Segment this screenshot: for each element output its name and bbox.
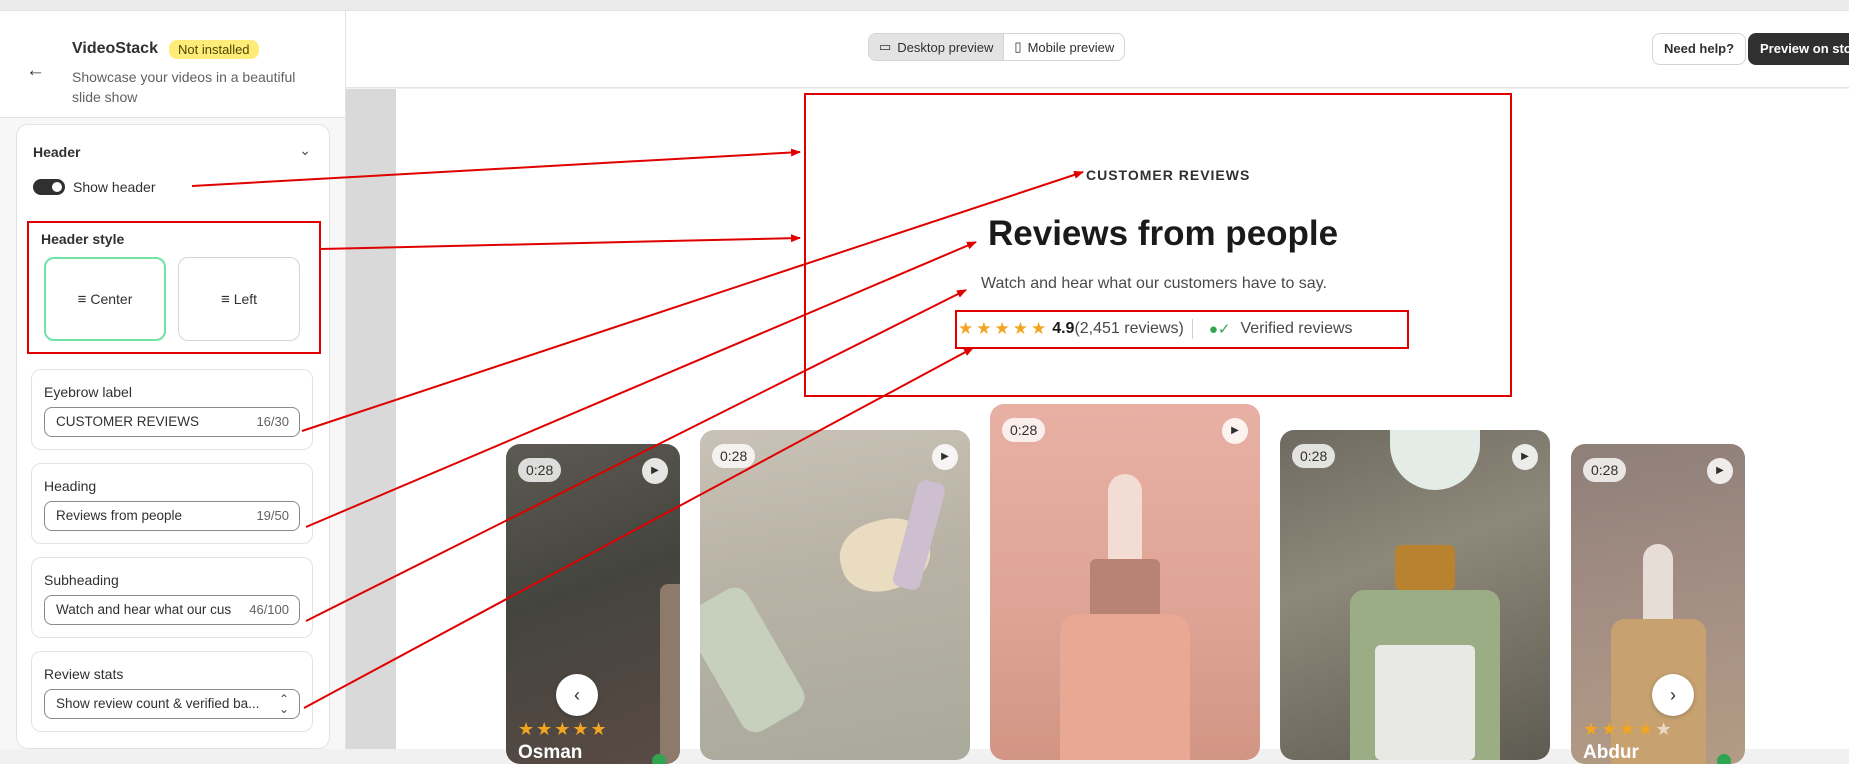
- need-help-button[interactable]: Need help?: [1652, 33, 1747, 65]
- video-duration: 0:28: [1583, 458, 1627, 482]
- eyebrow-field[interactable]: 16/30: [44, 407, 300, 437]
- dropper-bulb: [1643, 544, 1673, 624]
- divider: [1191, 319, 1193, 339]
- subheading-field-group: Subheading 46/100: [31, 557, 313, 638]
- heading-field-group: Heading 19/50: [31, 463, 313, 544]
- heading-input[interactable]: [56, 502, 246, 530]
- play-icon[interactable]: ▶: [1707, 458, 1733, 484]
- header-style-group: Header style ≡ Center ≡ Left: [31, 221, 313, 341]
- dropper-collar: [1090, 559, 1160, 619]
- video-duration: 0:28: [712, 444, 756, 468]
- video-card[interactable]: 0:28 ▶: [1280, 430, 1550, 760]
- reviewer-name: Osman: [518, 742, 583, 763]
- video-rating-stars: ★★★★★: [1583, 719, 1674, 739]
- preview-mode-switch: ▭ Desktop preview ▯ Mobile preview: [868, 33, 1126, 61]
- heading-field[interactable]: 19/50: [44, 501, 300, 531]
- chevron-right-icon: ›: [1670, 685, 1676, 705]
- subheading-label: Subheading: [44, 572, 119, 588]
- review-stats-label: Review stats: [44, 666, 124, 682]
- video-card[interactable]: 0:28 ▶: [700, 430, 970, 760]
- preview-toolbar: ▭ Desktop preview ▯ Mobile preview Need …: [346, 11, 1849, 88]
- char-count: 46/100: [249, 602, 289, 617]
- preview-subheading: Watch and hear what our customers have t…: [981, 275, 1327, 292]
- reviewer-name: Abdur: [1583, 742, 1639, 763]
- video-duration: 0:28: [518, 458, 562, 482]
- heading-label: Heading: [44, 478, 97, 494]
- eyebrow-field-group: Eyebrow label 16/30: [31, 369, 313, 450]
- back-button[interactable]: ←: [26, 59, 50, 83]
- rating-value: 4.9: [1052, 320, 1075, 337]
- preview-on-store-button[interactable]: Preview on store: [1748, 33, 1849, 65]
- slider-prev-button[interactable]: ‹: [556, 674, 598, 716]
- desktop-preview-label: Desktop preview: [897, 39, 994, 55]
- product-bottle: [660, 584, 680, 764]
- review-stats-field-group: Review stats Show review count & verifie…: [31, 651, 313, 732]
- header-settings-card: Header ⌄ Show header Header style ≡ Cent…: [16, 124, 330, 749]
- app-name: VideoStack: [72, 40, 158, 57]
- play-icon[interactable]: ▶: [642, 458, 668, 484]
- play-icon[interactable]: ▶: [932, 444, 958, 470]
- show-header-toggle[interactable]: [33, 179, 65, 195]
- align-center-icon: ≡: [77, 290, 87, 308]
- video-duration: 0:28: [1292, 444, 1336, 468]
- video-card[interactable]: 0:28 ▶: [990, 404, 1260, 760]
- product-bottle: [1060, 614, 1190, 760]
- play-icon[interactable]: ▶: [1512, 444, 1538, 470]
- eyebrow-input[interactable]: [56, 408, 246, 436]
- header-style-left-option[interactable]: ≡ Left: [178, 257, 300, 341]
- browser-top-strip: [0, 0, 1849, 11]
- status-badge: Not installed: [169, 40, 259, 59]
- verified-check-icon: [1717, 754, 1731, 764]
- video-duration: 0:28: [1002, 418, 1046, 442]
- slider-next-button[interactable]: ›: [1652, 674, 1694, 716]
- header-style-center-option[interactable]: ≡ Center: [44, 257, 166, 341]
- play-icon[interactable]: ▶: [1222, 418, 1248, 444]
- option-label: Left: [233, 291, 258, 307]
- app-description: Showcase your videos in a beautiful slid…: [72, 69, 296, 105]
- product-jar: [1390, 430, 1480, 490]
- preview-eyebrow: CUSTOMER REVIEWS: [1086, 167, 1251, 183]
- dropper-bulb: [1108, 474, 1142, 564]
- char-count: 19/50: [256, 508, 289, 523]
- canvas-gutter: [346, 89, 396, 749]
- chevron-down-icon[interactable]: ⌄: [299, 142, 311, 159]
- verified-label: Verified reviews: [1240, 320, 1353, 337]
- select-arrows-icon: ⌃ ⌄: [278, 692, 289, 716]
- review-stats-value: Show review count & verified ba...: [56, 696, 260, 711]
- verified-user-icon: ●✓: [1208, 321, 1231, 338]
- mobile-preview-button[interactable]: ▯ Mobile preview: [1003, 34, 1124, 60]
- mobile-preview-label: Mobile preview: [1027, 39, 1115, 55]
- arrow-left-icon: ←: [26, 60, 45, 81]
- review-stats-select[interactable]: Show review count & verified ba... ⌃ ⌄: [44, 689, 300, 719]
- subheading-input[interactable]: [56, 596, 246, 624]
- video-card[interactable]: 0:28 ▶ ★★★★★ Abdur: [1571, 444, 1745, 764]
- desktop-icon: ▭: [879, 39, 892, 54]
- review-stats-row: ★★★★★ 4.9 (2,451 reviews) ●✓ Verified re…: [958, 318, 1353, 340]
- preview-heading: Reviews from people: [988, 214, 1339, 253]
- review-count: (2,451 reviews): [1074, 320, 1184, 337]
- mobile-icon: ▯: [1014, 39, 1022, 54]
- align-left-icon: ≡: [220, 290, 230, 308]
- show-header-label: Show header: [73, 179, 156, 195]
- video-card[interactable]: 0:28 ▶ ★★★★★ Osman: [506, 444, 680, 764]
- option-label: Center: [90, 291, 133, 307]
- desktop-preview-button[interactable]: ▭ Desktop preview: [869, 34, 1004, 60]
- product-bottle: [700, 581, 811, 739]
- section-title: Header: [33, 144, 81, 160]
- subheading-field[interactable]: 46/100: [44, 595, 300, 625]
- chevron-left-icon: ‹: [574, 685, 580, 705]
- rating-stars: ★★★★★: [958, 319, 1050, 338]
- bottle-cap: [1395, 545, 1455, 590]
- verified-check-icon: [652, 754, 666, 764]
- char-count: 16/30: [256, 414, 289, 429]
- eyebrow-label: Eyebrow label: [44, 384, 132, 400]
- header-style-title: Header style: [41, 231, 125, 247]
- bottle-label: [1375, 645, 1475, 760]
- video-rating-stars: ★★★★★: [518, 719, 609, 739]
